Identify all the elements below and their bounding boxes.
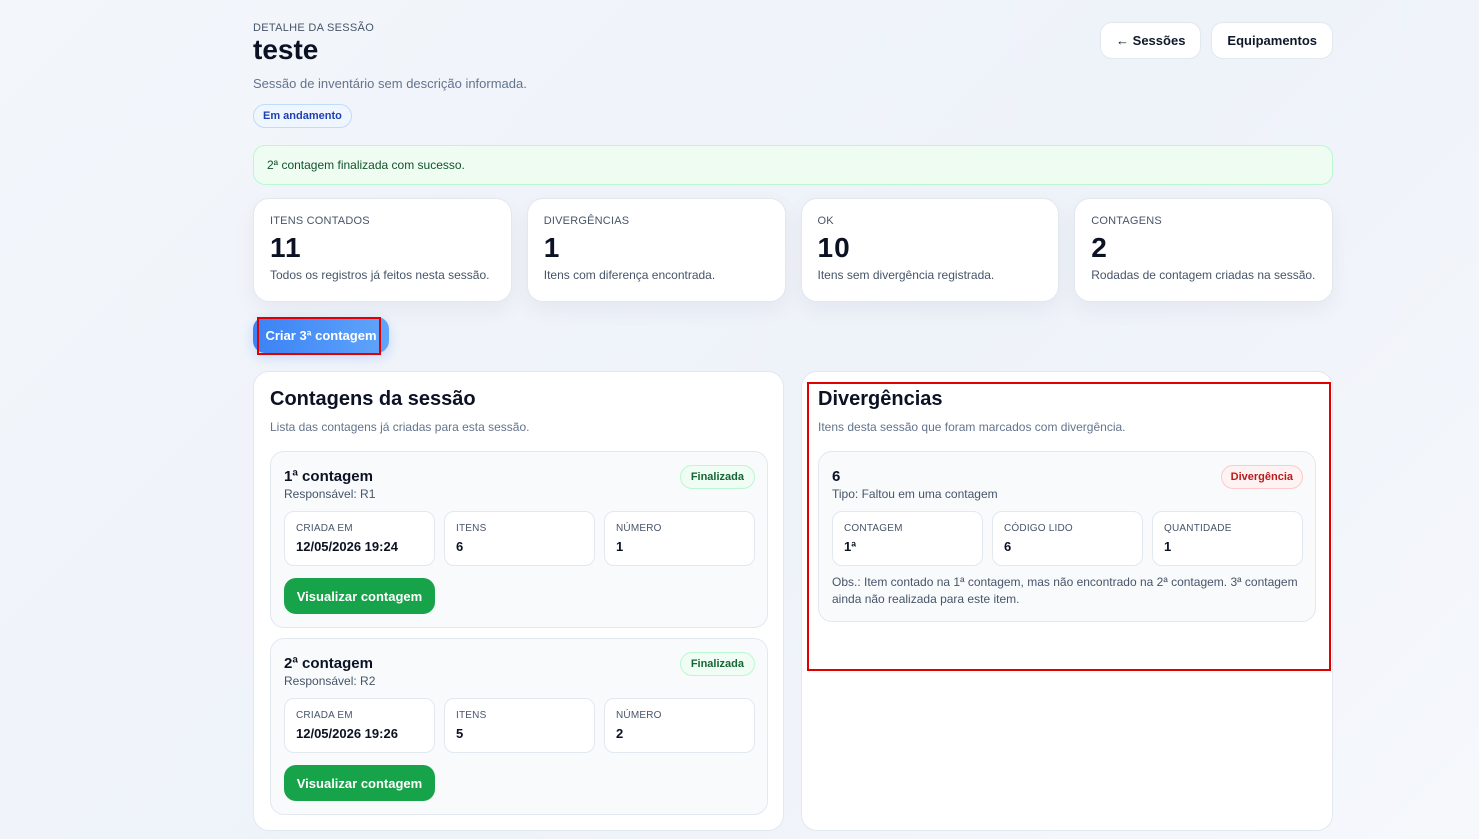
- stat-card-ok: OK 10 Itens sem divergência registrada.: [800, 198, 1060, 302]
- success-alert: 2ª contagem finalizada com sucesso.: [253, 145, 1333, 185]
- quantity-box: QUANTIDADE 1: [1152, 511, 1303, 566]
- divergence-info-row: CONTAGEM 1ª CÓDIGO LIDO 6 QUANTIDADE 1: [832, 511, 1303, 566]
- view-count-button[interactable]: Visualizar contagem: [284, 765, 435, 801]
- divergences-panel: Divergências Itens desta sessão que fora…: [801, 371, 1333, 831]
- mini-value: 1: [1164, 539, 1172, 554]
- stat-value: 11: [270, 232, 302, 263]
- view-count-button[interactable]: Visualizar contagem: [284, 578, 435, 614]
- divergences-panel-title: Divergências: [818, 388, 943, 410]
- items-box: ITENS 5: [444, 698, 595, 753]
- create-count-wrapper: Criar 3ª contagem: [253, 317, 389, 355]
- mini-label: ITENS: [456, 710, 487, 721]
- count-box: CONTAGEM 1ª: [832, 511, 983, 566]
- mini-label: CÓDIGO LIDO: [1004, 523, 1073, 534]
- count-card: 2ª contagem Responsável: R2 Finalizada C…: [270, 638, 768, 815]
- count-card: 1ª contagem Responsável: R1 Finalizada C…: [270, 451, 768, 628]
- mini-label: CRIADA EM: [296, 710, 353, 721]
- page-title: teste: [253, 34, 319, 65]
- count-card-responsible: Responsável: R2: [284, 674, 376, 688]
- count-status-badge: Finalizada: [679, 465, 755, 489]
- mini-value: 12/05/2026 19:24: [296, 539, 398, 554]
- stat-value: 1: [543, 232, 561, 263]
- page-header: DETALHE DA SESSÃO teste Sessão de invent…: [253, 0, 1333, 140]
- stat-card-divergences: DIVERGÊNCIAS 1 Itens com diferença encon…: [526, 198, 786, 302]
- created-at-box: CRIADA EM 12/05/2026 19:24: [284, 511, 435, 566]
- code-read-box: CÓDIGO LIDO 6: [992, 511, 1143, 566]
- stat-card-items-counted: ITENS CONTADOS 11 Todos os registros já …: [253, 198, 512, 302]
- mini-value: 12/05/2026 19:26: [296, 726, 398, 741]
- created-at-box: CRIADA EM 12/05/2026 19:26: [284, 698, 435, 753]
- stat-note: Todos os registros já feitos nesta sessã…: [270, 268, 490, 282]
- divergence-badge: Divergência: [1220, 465, 1303, 489]
- mini-label: ITENS: [456, 523, 487, 534]
- number-box: NÚMERO 1: [604, 511, 755, 566]
- header-actions: ← Sessões Equipamentos: [1100, 22, 1333, 59]
- stat-card-counts: CONTAGENS 2 Rodadas de contagem criadas …: [1074, 198, 1333, 302]
- count-card-responsible: Responsável: R1: [284, 487, 376, 501]
- stat-label: OK: [817, 215, 834, 227]
- page-description: Sessão de inventário sem descrição infor…: [253, 76, 527, 91]
- mini-value: 1: [616, 539, 624, 554]
- counts-panel-subtitle: Lista das contagens já criadas para esta…: [270, 420, 530, 434]
- divergences-panel-subtitle: Itens desta sessão que foram marcados co…: [818, 420, 1126, 434]
- count-card-title: 2ª contagem: [284, 655, 373, 672]
- mini-label: QUANTIDADE: [1164, 523, 1232, 534]
- divergence-card: 6 Tipo: Faltou em uma contagem Divergênc…: [818, 451, 1316, 622]
- stat-note: Itens com diferença encontrada.: [543, 268, 716, 282]
- session-status-badge: Em andamento: [253, 104, 352, 128]
- count-status-badge: Finalizada: [679, 652, 755, 676]
- stat-label: ITENS CONTADOS: [270, 215, 370, 227]
- equipment-button[interactable]: Equipamentos: [1211, 22, 1333, 59]
- items-box: ITENS 6: [444, 511, 595, 566]
- divergence-type: Tipo: Faltou em uma contagem: [832, 487, 998, 501]
- create-third-count-button[interactable]: Criar 3ª contagem: [253, 317, 389, 353]
- mini-value: 1ª: [844, 539, 857, 554]
- mini-label: NÚMERO: [616, 523, 662, 534]
- count-card-title: 1ª contagem: [284, 468, 373, 485]
- page-eyebrow: DETALHE DA SESSÃO: [253, 22, 375, 34]
- mini-value: 6: [456, 539, 464, 554]
- mini-value: 5: [456, 726, 464, 741]
- count-info-row: CRIADA EM 12/05/2026 19:26 ITENS 5 NÚMER…: [284, 698, 755, 753]
- mini-value: 2: [616, 726, 624, 741]
- number-box: NÚMERO 2: [604, 698, 755, 753]
- divergence-observation: Obs.: Item contado na 1ª contagem, mas n…: [832, 575, 1298, 606]
- stat-label: CONTAGENS: [1091, 215, 1162, 227]
- mini-label: CONTAGEM: [844, 523, 903, 534]
- stat-label: DIVERGÊNCIAS: [543, 215, 630, 227]
- counts-panel: Contagens da sessão Lista das contagens …: [253, 371, 784, 831]
- mini-label: NÚMERO: [616, 710, 662, 721]
- stat-value: 10: [817, 232, 851, 263]
- stat-note: Rodadas de contagem criadas na sessão.: [1091, 268, 1316, 282]
- mini-label: CRIADA EM: [296, 523, 353, 534]
- counts-panel-title: Contagens da sessão: [270, 388, 476, 410]
- back-to-sessions-button[interactable]: ← Sessões: [1100, 22, 1202, 59]
- count-info-row: CRIADA EM 12/05/2026 19:24 ITENS 6 NÚMER…: [284, 511, 755, 566]
- divergence-item-code: 6: [832, 468, 841, 485]
- stats-row: ITENS CONTADOS 11 Todos os registros já …: [253, 198, 1333, 302]
- stat-note: Itens sem divergência registrada.: [817, 268, 995, 282]
- mini-value: 6: [1004, 539, 1012, 554]
- stat-value: 2: [1091, 232, 1108, 263]
- session-detail-page: DETALHE DA SESSÃO teste Sessão de invent…: [253, 0, 1333, 831]
